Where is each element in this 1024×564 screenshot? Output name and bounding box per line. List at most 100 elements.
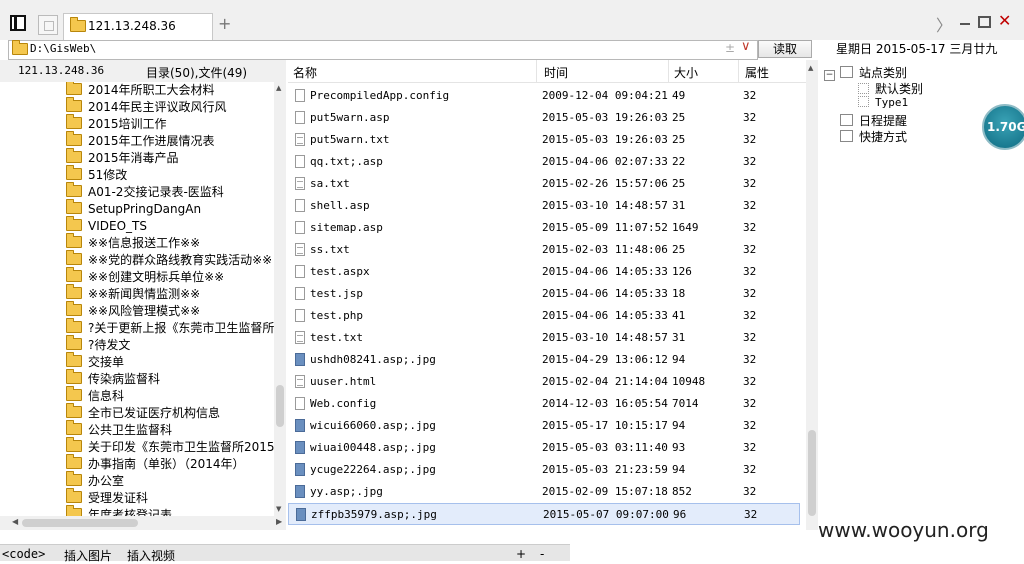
folder-item[interactable]: ※※信息报送工作※※ [66,233,200,252]
folder-item[interactable]: 2015培训工作 [66,114,167,133]
tree-node-default-category[interactable]: 默认类别 [858,80,923,97]
folder-item[interactable]: 年度考核登记表 [66,505,172,516]
folder-item[interactable]: ※※风险管理模式※※ [66,301,200,320]
file-time: 2015-05-09 11:07:52 [542,221,668,234]
file-row[interactable]: yy.asp;.jpg 2015-02-09 15:07:18 852 32 [288,481,800,503]
file-row[interactable]: sa.txt 2015-02-26 15:57:06 25 32 [288,173,800,195]
column-time[interactable]: 时间 [544,64,568,81]
path-input[interactable]: D:\GisWeb\ ± ∨ [8,39,758,60]
column-divider[interactable] [536,60,537,82]
folder-item[interactable]: 51修改 [66,165,127,184]
tree-node-site-category[interactable]: − 站点类别 [824,64,907,81]
file-size: 41 [672,309,686,322]
file-row[interactable]: PrecompiledApp.config 2009-12-04 09:04:21… [288,85,800,107]
file-row[interactable]: uuser.html 2015-02-04 21:14:04 10948 32 [288,371,800,393]
file-row[interactable]: wicui66060.asp;.jpg 2015-05-17 10:15:17 94… [288,415,800,437]
folder-item[interactable]: 全市已发证医疗机构信息 [66,403,220,422]
read-button[interactable]: 读取 [758,40,812,58]
column-attr[interactable]: 属性 [745,64,769,81]
collapse-icon[interactable]: − [824,70,835,81]
folder-item[interactable]: 关于印发《东莞市卫生监督所2015年 [66,437,274,456]
column-divider[interactable] [668,60,669,82]
chevron-down-icon[interactable]: ∨ [741,39,751,54]
folder-item[interactable]: 2015年工作进展情况表 [66,131,215,150]
file-name: shell.asp [310,199,370,212]
zoom-in-button[interactable]: + [516,547,526,561]
file-row[interactable]: test.jsp 2015-04-06 14:05:33 18 32 [288,283,800,305]
scroll-right-icon[interactable]: ▶ [276,517,282,526]
folder-item[interactable]: ?关于更新上报《东莞市卫生监督所: [66,318,274,337]
folder-item[interactable]: 2014年民主评议政风行风 [66,97,227,116]
folder-tree-hscroll-thumb[interactable] [22,519,138,527]
file-attr: 32 [743,287,757,300]
file-row[interactable]: shell.asp 2015-03-10 14:48:57 31 32 [288,195,800,217]
file-row[interactable]: qq.txt;.asp 2015-04-06 02:07:33 22 32 [288,151,800,173]
text-file-icon [295,331,305,344]
scroll-up-icon[interactable]: ▲ [808,64,813,72]
file-row[interactable]: put5warn.asp 2015-05-03 19:26:03 25 32 [288,107,800,129]
scroll-up-icon[interactable]: ▲ [276,84,281,92]
file-attr: 32 [743,89,757,102]
folder-label: ※※新闻舆情监测※※ [88,287,201,301]
file-row[interactable]: put5warn.txt 2015-05-03 19:26:03 25 32 [288,129,800,151]
minimize-button[interactable] [958,14,972,28]
file-row[interactable]: ycuge22264.asp;.jpg 2015-05-03 21:23:59 94… [288,459,800,481]
folder-item[interactable]: ※※党的群众路线教育实践活动※※ [66,250,272,269]
folder-item[interactable]: SetupPringDangAn [66,199,201,218]
folder-item[interactable]: 信息科 [66,386,124,405]
folder-item[interactable]: A01-2交接记录表-医监科 [66,182,224,201]
folder-item[interactable]: ?待发文 [66,335,130,354]
folder-item[interactable]: 交接单 [66,352,124,371]
folder-item[interactable]: 办事指南（单张）（2014年） [66,454,245,473]
close-button[interactable]: ✕ [998,11,1012,30]
image-file-icon [296,508,306,521]
file-row[interactable]: sitemap.asp 2015-05-09 11:07:52 1649 32 [288,217,800,239]
tree-node-schedule[interactable]: 日程提醒 [840,112,907,129]
zoom-out-button[interactable]: - [540,547,544,561]
plus-minus-icon[interactable]: ± [725,41,735,55]
folder-item[interactable]: ※※创建文明标兵单位※※ [66,267,224,286]
column-name[interactable]: 名称 [293,64,317,81]
folder-item[interactable]: VIDEO_TS [66,216,147,235]
folder-tree-scroll-thumb[interactable] [276,385,284,427]
tab-session[interactable]: 121.13.248.36 [63,13,213,40]
file-attr: 32 [743,199,757,212]
column-divider[interactable] [738,60,739,82]
folder-icon [66,165,82,180]
file-row[interactable]: wiuai00448.asp;.jpg 2015-05-03 03:11:40 93… [288,437,800,459]
file-row[interactable]: Web.config 2014-12-03 16:05:54 7014 32 [288,393,800,415]
file-row[interactable]: test.txt 2015-03-10 14:48:57 31 32 [288,327,800,349]
insert-video-button[interactable]: 插入视频 [127,547,175,564]
scroll-left-icon[interactable]: ◀ [12,517,18,526]
scroll-down-icon[interactable]: ▼ [276,505,281,513]
code-button[interactable]: <code> [2,547,45,561]
folder-item[interactable]: ※※新闻舆情监测※※ [66,284,201,303]
file-row[interactable]: ss.txt 2015-02-03 11:48:06 25 32 [288,239,800,261]
folder-tree-scrollbar[interactable] [274,82,286,516]
blank-tab[interactable] [38,15,58,35]
folder-item[interactable]: 2014年所职工大会材料 [66,82,215,99]
tree-node-type1[interactable]: Type1 [858,96,908,109]
folder-item[interactable]: 公共卫生监督科 [66,420,172,439]
maximize-button[interactable] [978,16,991,28]
chevron-right-icon[interactable]: 〉 [936,12,952,36]
file-row[interactable]: test.php 2015-04-06 14:05:33 41 32 [288,305,800,327]
column-size[interactable]: 大小 [674,64,698,81]
folder-item[interactable]: 办公室 [66,471,124,490]
file-attr: 32 [744,508,758,521]
file-row[interactable]: ushdh08241.asp;.jpg 2015-04-29 13:06:12 94… [288,349,800,371]
folder-item[interactable]: 2015年消毒产品 [66,148,179,167]
file-icon [295,265,305,278]
text-file-icon [295,177,305,190]
file-time: 2009-12-04 09:04:21 [542,89,668,102]
sidebar-toggle-icon[interactable] [10,15,26,31]
file-row[interactable]: test.aspx 2015-04-06 14:05:33 126 32 [288,261,800,283]
insert-image-button[interactable]: 插入图片 [64,547,112,564]
folder-item[interactable]: 受理发证科 [66,488,148,507]
tree-node-shortcuts[interactable]: 快捷方式 [840,128,907,145]
file-row[interactable]: zffpb35979.asp;.jpg 2015-05-07 09:07:00 96… [288,503,800,525]
file-name: test.txt [310,331,363,344]
file-list-scroll-thumb[interactable] [808,430,816,516]
folder-item[interactable]: 传染病监督科 [66,369,160,388]
new-tab-button[interactable]: + [218,14,231,33]
